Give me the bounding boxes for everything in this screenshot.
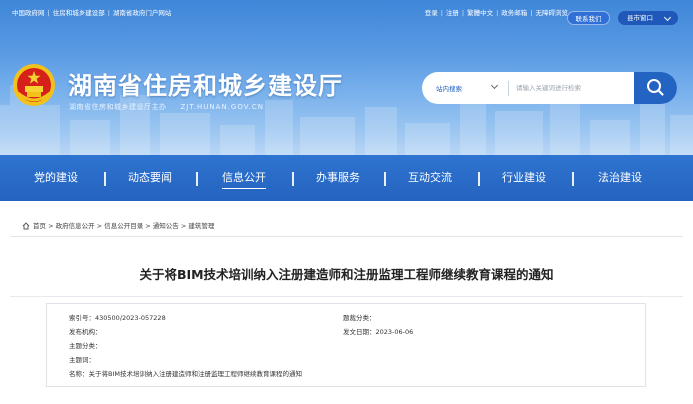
nav-separator: [478, 172, 480, 186]
meta-name: 名称：关于将BIM技术培训纳入注册建造师和注册监理工程师继续教育课程的通知: [69, 368, 302, 378]
meta-index-value: 430500/2023-057228: [95, 314, 166, 322]
subsite-label: 县市窗口: [627, 14, 653, 22]
site-sponsor: 湖南省住房和城乡建设厅主办: [69, 103, 167, 111]
meta-topic: 主题分类：: [69, 340, 102, 350]
meta-topic-label: 主题分类：: [69, 342, 102, 350]
login-link[interactable]: 登录: [425, 9, 438, 17]
meta-name-label: 名称：: [69, 370, 89, 378]
contact-button[interactable]: 联系我们: [567, 11, 610, 25]
meta-date-value: 2023-06-06: [375, 328, 414, 336]
accessibility-link[interactable]: 无障碍浏览: [536, 9, 569, 17]
breadcrumb-home[interactable]: 首页: [33, 222, 46, 230]
nav-separator: [572, 172, 574, 186]
nav-separator: [384, 172, 386, 186]
search-icon: [647, 79, 664, 96]
subsite-dropdown[interactable]: 县市窗口: [618, 11, 678, 25]
nav-separator: [104, 172, 106, 186]
search-divider: [508, 81, 509, 96]
main-nav: 党的建设 动态要闻 信息公开 办事服务 互动交流 行业建设 法治建设: [0, 155, 693, 201]
top-bar: 中国政府网 | 住房和城乡建设部 | 湖南省政府门户网站 登录 | 注册 | 繁體中文 | 政务邮箱…: [0, 0, 693, 25]
article-title: 关于将BIM技术培训纳入注册建造师和注册监理工程师继续教育课程的通知: [139, 267, 554, 282]
gov-mail-link[interactable]: 政务邮箱: [501, 9, 527, 17]
meta-org: 发布机构：: [69, 326, 102, 336]
link-gov-cn[interactable]: 中国政府网: [12, 9, 45, 17]
external-links: 中国政府网 | 住房和城乡建设部 | 湖南省政府门户网站: [12, 9, 172, 17]
site-header: 中国政府网 | 住房和城乡建设部 | 湖南省政府门户网站 登录 | 注册 | 繁體中文 | 政务邮箱…: [0, 0, 693, 155]
nav-rule-of-law[interactable]: 法治建设: [598, 155, 642, 201]
home-icon: [22, 222, 30, 230]
nav-interaction[interactable]: 互动交流: [408, 155, 452, 201]
breadcrumb-catalog[interactable]: 信息公开目录: [104, 222, 143, 230]
nav-separator: [292, 172, 294, 186]
breadcrumb-construction[interactable]: 建筑管理: [188, 222, 214, 230]
breadcrumb-gov-info[interactable]: 政府信息公开: [56, 222, 95, 230]
chevron-down-icon: [663, 13, 672, 22]
site-subtitle: 湖南省住房和城乡建设厅主办 ZJT.HUNAN.GOV.CN: [69, 102, 264, 112]
site-url: ZJT.HUNAN.GOV.CN: [180, 103, 264, 111]
chevron-down-icon: [490, 81, 499, 90]
nav-info-disclosure[interactable]: 信息公开: [222, 155, 266, 201]
nav-party-building[interactable]: 党的建设: [34, 155, 78, 201]
site-title[interactable]: 湖南省住房和城乡建设厅: [68, 66, 343, 101]
national-emblem-icon: [13, 64, 55, 106]
divider: [10, 296, 683, 297]
traditional-chinese-link[interactable]: 繁體中文: [467, 9, 493, 17]
search-scope-select[interactable]: 站内搜索: [436, 83, 462, 93]
meta-index: 索引号：430500/2023-057228: [69, 312, 166, 322]
nav-industry[interactable]: 行业建设: [502, 155, 546, 201]
link-hunan-gov[interactable]: 湖南省政府门户网站: [113, 9, 172, 17]
nav-news[interactable]: 动态要闻: [128, 155, 172, 201]
meta-category-label: 题裁分类：: [343, 314, 376, 322]
search-button[interactable]: [634, 72, 677, 104]
document-meta-box: 索引号：430500/2023-057228 题裁分类： 发布机构： 发文日期：…: [46, 303, 646, 387]
nav-services[interactable]: 办事服务: [316, 155, 360, 201]
meta-category: 题裁分类：: [343, 312, 376, 322]
meta-org-label: 发布机构：: [69, 328, 102, 336]
nav-separator: [196, 172, 198, 186]
meta-date-label: 发文日期：: [343, 328, 376, 336]
register-link[interactable]: 注册: [446, 9, 459, 17]
meta-keyword-label: 主题词：: [69, 356, 95, 364]
meta-name-value: 关于将BIM技术培训纳入注册建造师和注册监理工程师继续教育课程的通知: [88, 370, 302, 378]
meta-date: 发文日期：2023-06-06: [343, 326, 413, 336]
breadcrumb-notices[interactable]: 通知公告: [153, 222, 179, 230]
divider: [10, 236, 683, 237]
meta-keyword: 主题词：: [69, 354, 95, 364]
link-mohurd[interactable]: 住房和城乡建设部: [53, 9, 105, 17]
user-links: 登录 | 注册 | 繁體中文 | 政务邮箱 | 无障碍浏览: [424, 9, 569, 17]
meta-index-label: 索引号：: [69, 314, 95, 322]
breadcrumb: 首页 > 政府信息公开 > 信息公开目录 > 通知公告 > 建筑管理: [22, 220, 214, 230]
